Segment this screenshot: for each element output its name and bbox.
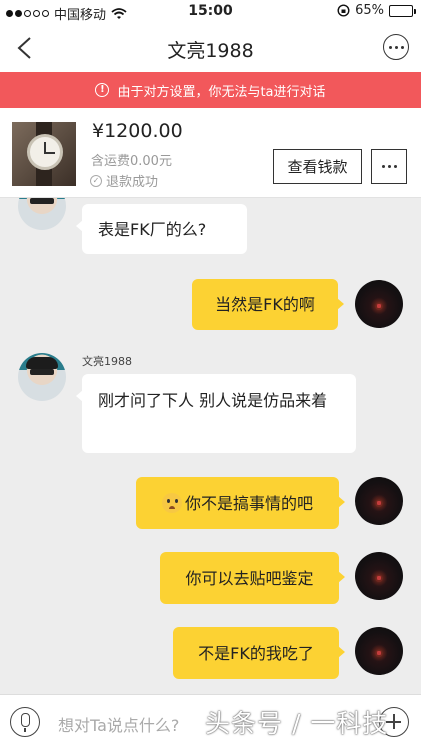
contact-avatar[interactable] [18, 198, 66, 230]
message-bubble[interactable]: 不是FK的我吃了 [173, 627, 345, 679]
shipping-info: 含运费0.00元 [91, 154, 172, 169]
view-payment-button[interactable]: 查看钱款 [273, 149, 362, 184]
page-title: 文亮1988 [167, 40, 254, 62]
message-bubble[interactable]: 你不是搞事情的吧 [136, 477, 345, 529]
sender-name: 文亮1988 [82, 355, 132, 368]
more-options-icon[interactable] [383, 34, 409, 60]
my-avatar[interactable] [355, 627, 403, 675]
banner-text: 由于对方设置，你无法与ta进行对话 [117, 84, 326, 100]
status-right: 65% [337, 3, 416, 18]
message-bubble[interactable]: 刚才问了下人 别人说是仿品来着 [76, 374, 356, 453]
order-status: ✓ 退款成功 [90, 171, 158, 190]
watermark-text: 头条号 / 一科技 [205, 709, 389, 738]
order-status-text: 退款成功 [106, 175, 159, 190]
contact-avatar[interactable] [18, 353, 66, 401]
message-text: 你不是搞事情的吧 [184, 493, 313, 513]
rotation-lock-icon [337, 4, 350, 17]
my-avatar[interactable] [355, 477, 403, 525]
product-thumbnail[interactable] [12, 122, 76, 186]
message-bubble[interactable]: 表是FK厂的么? [76, 204, 247, 254]
status-bar: 中国移动 15:00 65% [0, 0, 421, 24]
alert-icon: ! [95, 83, 110, 97]
battery-icon [389, 4, 416, 17]
product-more-button[interactable] [371, 149, 407, 184]
microphone-icon[interactable] [10, 707, 40, 737]
my-avatar[interactable] [355, 552, 403, 600]
chat-area[interactable]: 表是FK厂的么? 当然是FK的啊 文亮1988 刚才问了下人 别人说是仿品来着 … [0, 198, 421, 694]
nav-bar: 文亮1988 [0, 24, 421, 72]
restriction-banner: ! 由于对方设置，你无法与ta进行对话 [0, 72, 421, 108]
check-circle-icon: ✓ [90, 174, 102, 187]
message-bubble[interactable]: 你可以去贴吧鉴定 [160, 552, 345, 604]
message-bubble[interactable]: 当然是FK的啊 [192, 279, 344, 330]
flushed-emoji-icon [161, 493, 182, 513]
battery-percent: 65% [355, 3, 384, 18]
my-avatar[interactable] [355, 280, 403, 328]
product-price: ¥1200.00 [92, 120, 183, 142]
message-input[interactable]: 想对Ta说点什么? [58, 712, 179, 736]
product-card: ¥1200.00 含运费0.00元 ✓ 退款成功 查看钱款 [0, 108, 421, 198]
